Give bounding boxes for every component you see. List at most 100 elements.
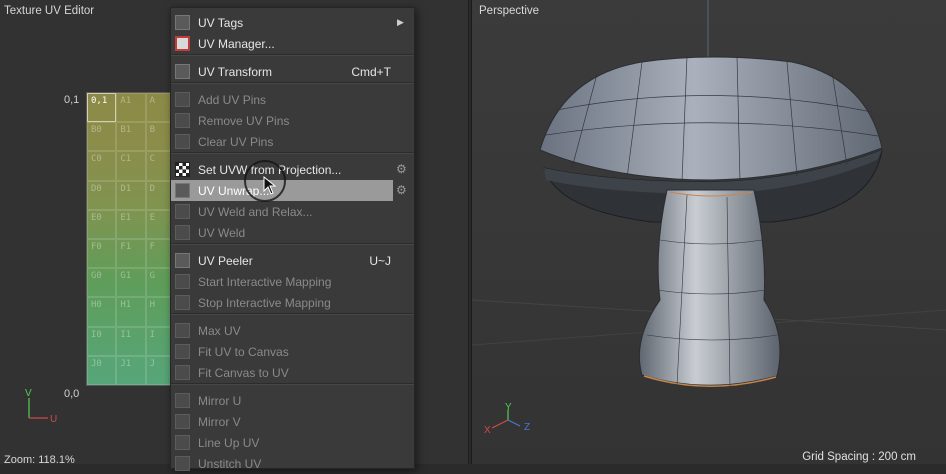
uv-grid-cell: C1	[116, 151, 146, 181]
weld-relax-icon	[175, 204, 190, 219]
stop-mapping-icon	[175, 295, 190, 310]
uv-grid-cell: H0	[87, 297, 117, 327]
uv-context-menu: UV Tags ▶ UV Manager... UV Transform Cmd+T Ad…	[170, 7, 415, 471]
uv-grid-cell: E1	[116, 209, 146, 239]
menu-item-label: Line Up UV	[198, 436, 260, 450]
uv-axis-gizmo: V U	[25, 388, 57, 425]
menu-separator	[171, 313, 414, 315]
uv-grid-cell: D0	[87, 180, 117, 210]
uv-grid-cell: D1	[116, 180, 146, 210]
line-up-icon	[175, 435, 190, 450]
menu-item-label: Fit Canvas to UV	[198, 366, 289, 380]
gear-icon[interactable]: ⚙	[396, 162, 407, 176]
menu-item-label: Add UV Pins	[198, 93, 267, 107]
menu-item-label: Mirror U	[198, 394, 242, 408]
mouse-pointer-icon	[263, 176, 277, 195]
uv-grid-cell: B0	[87, 122, 117, 152]
weld-icon	[175, 225, 190, 240]
menu-item-mirror-v[interactable]: Mirror V	[171, 411, 393, 432]
fit-canvas-icon	[175, 344, 190, 359]
start-mapping-icon	[175, 274, 190, 289]
uv-grid-cell: G1	[116, 268, 146, 298]
menu-item-label: Mirror V	[198, 415, 241, 429]
menu-item-stop-interactive-mapping[interactable]: Stop Interactive Mapping	[171, 292, 393, 313]
unwrap-icon	[175, 183, 190, 198]
menu-item-shortcut: U~J	[369, 254, 391, 268]
menu-item-label: UV Weld and Relax...	[198, 205, 313, 219]
viewport-axis-y-label: Y	[505, 402, 512, 413]
projection-icon	[175, 162, 190, 177]
uv-editor-title: Texture UV Editor	[4, 5, 95, 17]
menu-item-fit-canvas-to-uv[interactable]: Fit Canvas to UV	[171, 362, 393, 383]
menu-item-label: Start Interactive Mapping	[198, 275, 332, 289]
menu-item-shortcut: Cmd+T	[351, 65, 391, 79]
uv-texture-grid[interactable]: 0,1 A1 A B0 B1 B C0 C1 C D0 D1 D E0 E1 E F0 F1 F G0 G1 G H0 H1…	[86, 92, 176, 386]
menu-separator	[171, 82, 414, 84]
grid-spacing-readout: Grid Spacing : 200 cm	[802, 451, 916, 463]
menu-item-uv-transform[interactable]: UV Transform Cmd+T	[171, 61, 393, 82]
menu-item-uv-peeler[interactable]: UV Peeler U~J	[171, 250, 393, 271]
uv-axis-u-label: U	[50, 414, 57, 425]
uv-grid-cell: F1	[116, 239, 146, 269]
menu-item-remove-uv-pins[interactable]: Remove UV Pins	[171, 110, 393, 131]
uv-grid-cell: C0	[87, 151, 117, 181]
menu-item-uv-weld[interactable]: UV Weld	[171, 222, 393, 243]
uv-transform-icon	[175, 64, 190, 79]
uv-grid-cell: E0	[87, 209, 117, 239]
menu-item-uv-tags[interactable]: UV Tags	[171, 12, 393, 33]
menu-item-label: UV Manager...	[198, 37, 275, 51]
uv-tags-icon	[175, 15, 190, 30]
menu-item-start-interactive-mapping[interactable]: Start Interactive Mapping	[171, 271, 393, 292]
viewport-title: Perspective	[479, 5, 540, 17]
uv-grid-cell: 0,1	[87, 93, 117, 123]
menu-item-label: Fit UV to Canvas	[198, 345, 289, 359]
clear-pins-icon	[175, 134, 190, 149]
menu-item-label: Remove UV Pins	[198, 114, 290, 128]
menu-separator	[171, 243, 414, 245]
add-pins-icon	[175, 92, 190, 107]
menu-item-line-up-uv[interactable]: Line Up UV	[171, 432, 393, 453]
fit-uv-icon	[175, 365, 190, 380]
menu-item-label: UV Peeler	[198, 254, 253, 268]
viewport-axis-x-label: X	[484, 425, 491, 436]
menu-item-mirror-u[interactable]: Mirror U	[171, 390, 393, 411]
menu-item-max-uv[interactable]: Max UV	[171, 320, 393, 341]
uv-grid-cell: I0	[87, 326, 117, 356]
uv-grid-cell: I1	[116, 326, 146, 356]
uv-grid-cell: A1	[116, 93, 146, 123]
menu-item-label: UV Weld	[198, 226, 246, 240]
menu-separator	[171, 383, 414, 385]
uv-grid-cell: F0	[87, 239, 117, 269]
uv-zoom-readout: Zoom: 118.1%	[4, 454, 75, 464]
menu-item-clear-uv-pins[interactable]: Clear UV Pins	[171, 131, 393, 152]
submenu-arrow-icon: ▶	[397, 17, 404, 27]
menu-item-label: Clear UV Pins	[198, 135, 274, 149]
gear-icon[interactable]: ⚙	[396, 183, 407, 197]
menu-item-uv-manager[interactable]: UV Manager...	[171, 33, 393, 54]
uv-grid-cell: B1	[116, 122, 146, 152]
menu-item-uv-weld-and-relax[interactable]: UV Weld and Relax...	[171, 201, 393, 222]
uv-grid-cell: G0	[87, 268, 117, 298]
viewport-axis-z-label: Z	[524, 422, 530, 433]
menu-item-label: Max UV	[198, 324, 241, 338]
peeler-icon	[175, 253, 190, 268]
perspective-viewport[interactable]: Y X Z Perspective Grid Spacing : 200 cm	[471, 0, 946, 464]
mushroom-model[interactable]: Y X Z	[472, 0, 946, 464]
menu-item-label: UV Transform	[198, 65, 273, 79]
uv-manager-icon	[175, 36, 190, 51]
uv-grid-cell: H1	[116, 297, 146, 327]
menu-item-add-uv-pins[interactable]: Add UV Pins	[171, 89, 393, 110]
menu-separator	[171, 152, 414, 154]
menu-item-label: Unstitch UV	[198, 457, 262, 471]
mirror-u-icon	[175, 393, 190, 408]
uv-grid-cell: J1	[116, 355, 146, 385]
uv-axis-v-label: V	[25, 388, 32, 399]
mirror-v-icon	[175, 414, 190, 429]
menu-item-label: UV Tags	[198, 16, 244, 30]
menu-item-label: Stop Interactive Mapping	[198, 296, 331, 310]
max-uv-icon	[175, 323, 190, 338]
remove-pins-icon	[175, 113, 190, 128]
menu-separator	[171, 54, 414, 56]
menu-item-fit-uv-to-canvas[interactable]: Fit UV to Canvas	[171, 341, 393, 362]
uv-grid-cell: J0	[87, 355, 117, 385]
